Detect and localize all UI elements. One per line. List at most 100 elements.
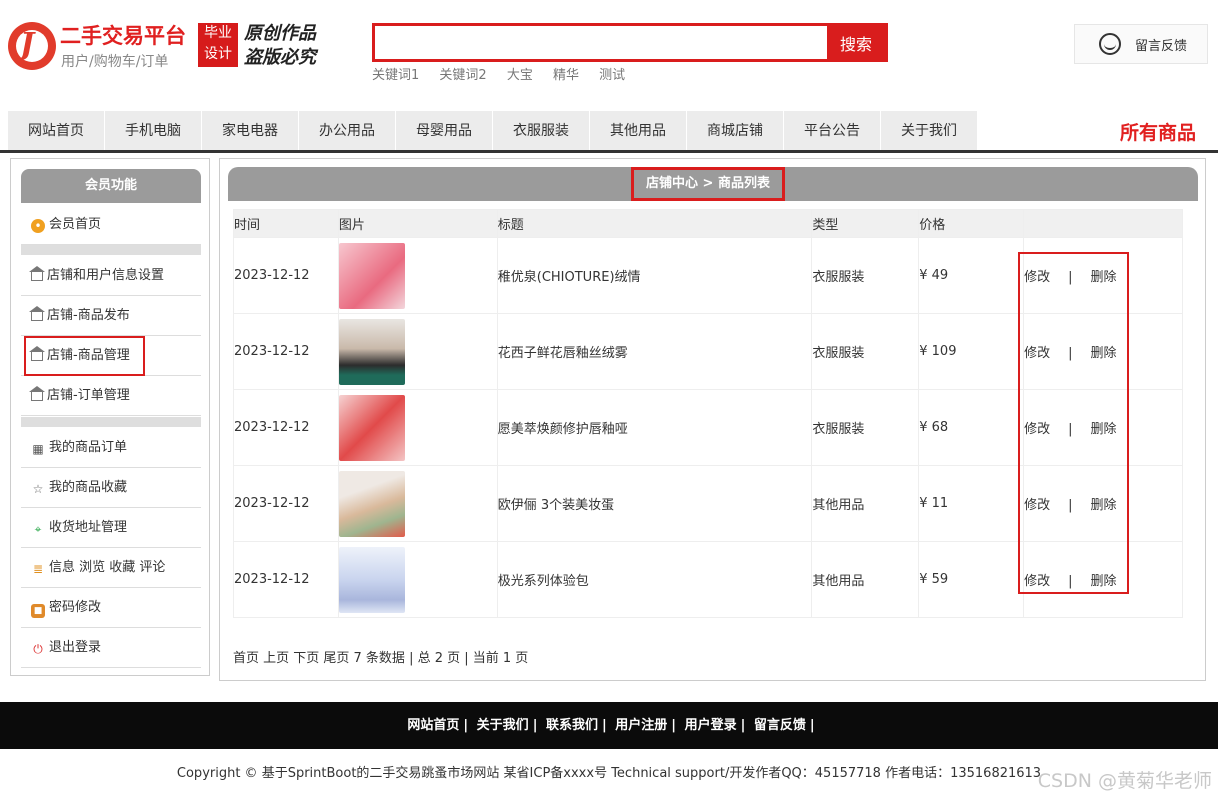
cell-time: 2023-12-12 bbox=[233, 541, 339, 618]
col-header-price: 价格 bbox=[918, 209, 1025, 238]
sidebar-separator bbox=[21, 417, 201, 427]
cell-image bbox=[337, 389, 498, 466]
nav-item-other[interactable]: 其他用品 bbox=[590, 111, 687, 151]
sidebar-item-label: 店铺和用户信息设置 bbox=[47, 268, 165, 283]
cell-price: ¥ 68 bbox=[918, 389, 1025, 466]
sidebar-item-label: 我的商品收藏 bbox=[49, 480, 128, 495]
grid-icon: ▦ bbox=[32, 442, 44, 456]
member-icon: • bbox=[31, 219, 45, 233]
sidebar-item-member-home[interactable]: • 会员首页 bbox=[21, 205, 201, 245]
footer-link[interactable]: 关于我们 bbox=[477, 718, 529, 733]
cell-image bbox=[337, 465, 498, 542]
home-icon bbox=[29, 386, 45, 401]
slogan-line-2: 盗版必究 bbox=[244, 47, 316, 68]
footer-link[interactable]: 网站首页 bbox=[407, 718, 459, 733]
sidebar-item-info[interactable]: ≣ 信息 浏览 收藏 评论 bbox=[21, 548, 201, 588]
footer-link[interactable]: 用户登录 bbox=[685, 718, 737, 733]
sidebar-item-label: 退出登录 bbox=[49, 640, 102, 655]
logo-icon: J bbox=[8, 22, 56, 70]
sidebar-item-address[interactable]: ⌖ 收货地址管理 bbox=[21, 508, 201, 548]
nav-item-shops[interactable]: 商城店铺 bbox=[687, 111, 784, 151]
cell-image bbox=[337, 237, 498, 314]
cell-image bbox=[337, 313, 498, 390]
footer-links: 网站首页 | 关于我们 | 联系我们 | 用户注册 | 用户登录 | 留言反馈 | bbox=[0, 702, 1218, 749]
nav-item-about[interactable]: 关于我们 bbox=[881, 111, 978, 151]
cell-price: ¥ 11 bbox=[918, 465, 1025, 542]
lipgloss-red-image[interactable] bbox=[338, 394, 405, 461]
lipstick-pink-image[interactable] bbox=[338, 242, 405, 309]
home-icon bbox=[29, 266, 45, 281]
nav-item-office[interactable]: 办公用品 bbox=[299, 111, 396, 151]
sidebar-item-shop-settings[interactable]: 店铺和用户信息设置 bbox=[21, 256, 201, 296]
sidebar-item-favorites[interactable]: ☆ 我的商品收藏 bbox=[21, 468, 201, 508]
member-sidebar: 会员功能 • 会员首页 店铺和用户信息设置 店铺-商品发布 店铺-商品管理 店铺-… bbox=[10, 158, 210, 676]
cell-time: 2023-12-12 bbox=[233, 465, 339, 542]
col-header-type: 类型 bbox=[811, 209, 920, 238]
location-icon: ⌖ bbox=[34, 522, 42, 536]
footer-link[interactable]: 用户注册 bbox=[615, 718, 667, 733]
sidebar-item-label: 收货地址管理 bbox=[49, 520, 128, 535]
cell-title[interactable]: 稚优泉(CHIOTURE)绒情 bbox=[496, 237, 813, 314]
site-subtitle: 用户/购物车/订单 bbox=[61, 54, 169, 70]
cell-time: 2023-12-12 bbox=[233, 237, 339, 314]
nav-item-phone-pc[interactable]: 手机电脑 bbox=[105, 111, 202, 151]
keyword-link[interactable]: 关键词2 bbox=[439, 68, 486, 83]
site-logo[interactable]: J 二手交易平台 用户/购物车/订单 毕业 设计 原创作品 盗版必究 bbox=[8, 20, 338, 76]
all-goods-link[interactable]: 所有商品 bbox=[1120, 118, 1196, 145]
keyword-link[interactable]: 精华 bbox=[553, 68, 579, 83]
cell-price: ¥ 109 bbox=[918, 313, 1025, 390]
sidebar-item-publish-goods[interactable]: 店铺-商品发布 bbox=[21, 296, 201, 336]
footer-link[interactable]: 联系我们 bbox=[546, 718, 598, 733]
search-bar: 搜索 bbox=[372, 23, 888, 62]
watermark: CSDN @黄菊华老师 bbox=[1037, 770, 1212, 792]
badge-line-1: 毕业 bbox=[204, 25, 232, 41]
cell-image bbox=[337, 541, 498, 618]
sidebar-item-password[interactable]: ■ 密码修改 bbox=[21, 588, 201, 628]
cell-price: ¥ 49 bbox=[918, 237, 1025, 314]
cell-title[interactable]: 愿美萃焕颜修护唇釉哑 bbox=[496, 389, 813, 466]
col-header-image: 图片 bbox=[337, 209, 498, 238]
nav-item-home[interactable]: 网站首页 bbox=[8, 111, 105, 151]
footer-link[interactable]: 留言反馈 bbox=[754, 718, 806, 733]
col-header-time: 时间 bbox=[233, 209, 339, 238]
nav-divider bbox=[0, 150, 1218, 153]
document-icon: ≣ bbox=[32, 562, 44, 576]
model-lipglaze-image[interactable] bbox=[338, 318, 405, 385]
sidebar-item-logout[interactable]: ⏻ 退出登录 bbox=[21, 628, 201, 668]
pagination[interactable]: 首页 上页 下页 尾页 7 条数据 | 总 2 页 | 当前 1 页 bbox=[233, 647, 528, 666]
cell-time: 2023-12-12 bbox=[233, 313, 339, 390]
sidebar-item-my-orders[interactable]: ▦ 我的商品订单 bbox=[21, 428, 201, 468]
keyword-link[interactable]: 大宝 bbox=[507, 68, 533, 83]
skincare-set-image[interactable] bbox=[338, 546, 405, 613]
cell-time: 2023-12-12 bbox=[233, 389, 339, 466]
copyright-text: Copyright © 基于SprintBoot的二手交易跳蚤市场网站 某省IC… bbox=[176, 766, 1042, 781]
nav-item-baby[interactable]: 母婴用品 bbox=[396, 111, 493, 151]
breadcrumb: 店铺中心 > 商品列表 bbox=[631, 167, 785, 201]
col-header-actions bbox=[1023, 209, 1183, 238]
cell-title[interactable]: 极光系列体验包 bbox=[496, 541, 813, 618]
cell-price: ¥ 59 bbox=[918, 541, 1025, 618]
nav-item-clothing[interactable]: 衣服服装 bbox=[493, 111, 590, 151]
keyword-link[interactable]: 关键词1 bbox=[372, 68, 419, 83]
cell-title[interactable]: 花西子鲜花唇釉丝绒雾 bbox=[496, 313, 813, 390]
beauty-egg-image[interactable] bbox=[338, 470, 405, 537]
table-header-row: 时间 图片 标题 类型 价格 bbox=[233, 209, 1183, 238]
keyword-link[interactable]: 测试 bbox=[599, 68, 625, 83]
slogan: 原创作品 盗版必究 bbox=[244, 22, 316, 70]
sidebar-item-shop-orders[interactable]: 店铺-订单管理 bbox=[21, 376, 201, 416]
sidebar-item-label: 密码修改 bbox=[49, 600, 102, 615]
cell-type: 其他用品 bbox=[811, 465, 920, 542]
cell-title[interactable]: 欧伊俪 3个装美妆蛋 bbox=[496, 465, 813, 542]
power-icon: ⏻ bbox=[33, 642, 43, 656]
feedback-button[interactable]: 留言反馈 bbox=[1074, 24, 1208, 64]
sidebar-item-label: 我的商品订单 bbox=[49, 440, 128, 455]
search-button[interactable]: 搜索 bbox=[827, 26, 885, 59]
sidebar-separator bbox=[21, 245, 201, 255]
sidebar-item-label: 店铺-商品发布 bbox=[47, 308, 130, 323]
feedback-label: 留言反馈 bbox=[1135, 39, 1188, 54]
search-input[interactable] bbox=[375, 26, 827, 59]
nav-item-notice[interactable]: 平台公告 bbox=[784, 111, 881, 151]
sidebar-item-label: 店铺-订单管理 bbox=[47, 388, 130, 403]
nav-item-appliances[interactable]: 家电电器 bbox=[202, 111, 299, 151]
cell-type: 衣服服装 bbox=[811, 313, 920, 390]
